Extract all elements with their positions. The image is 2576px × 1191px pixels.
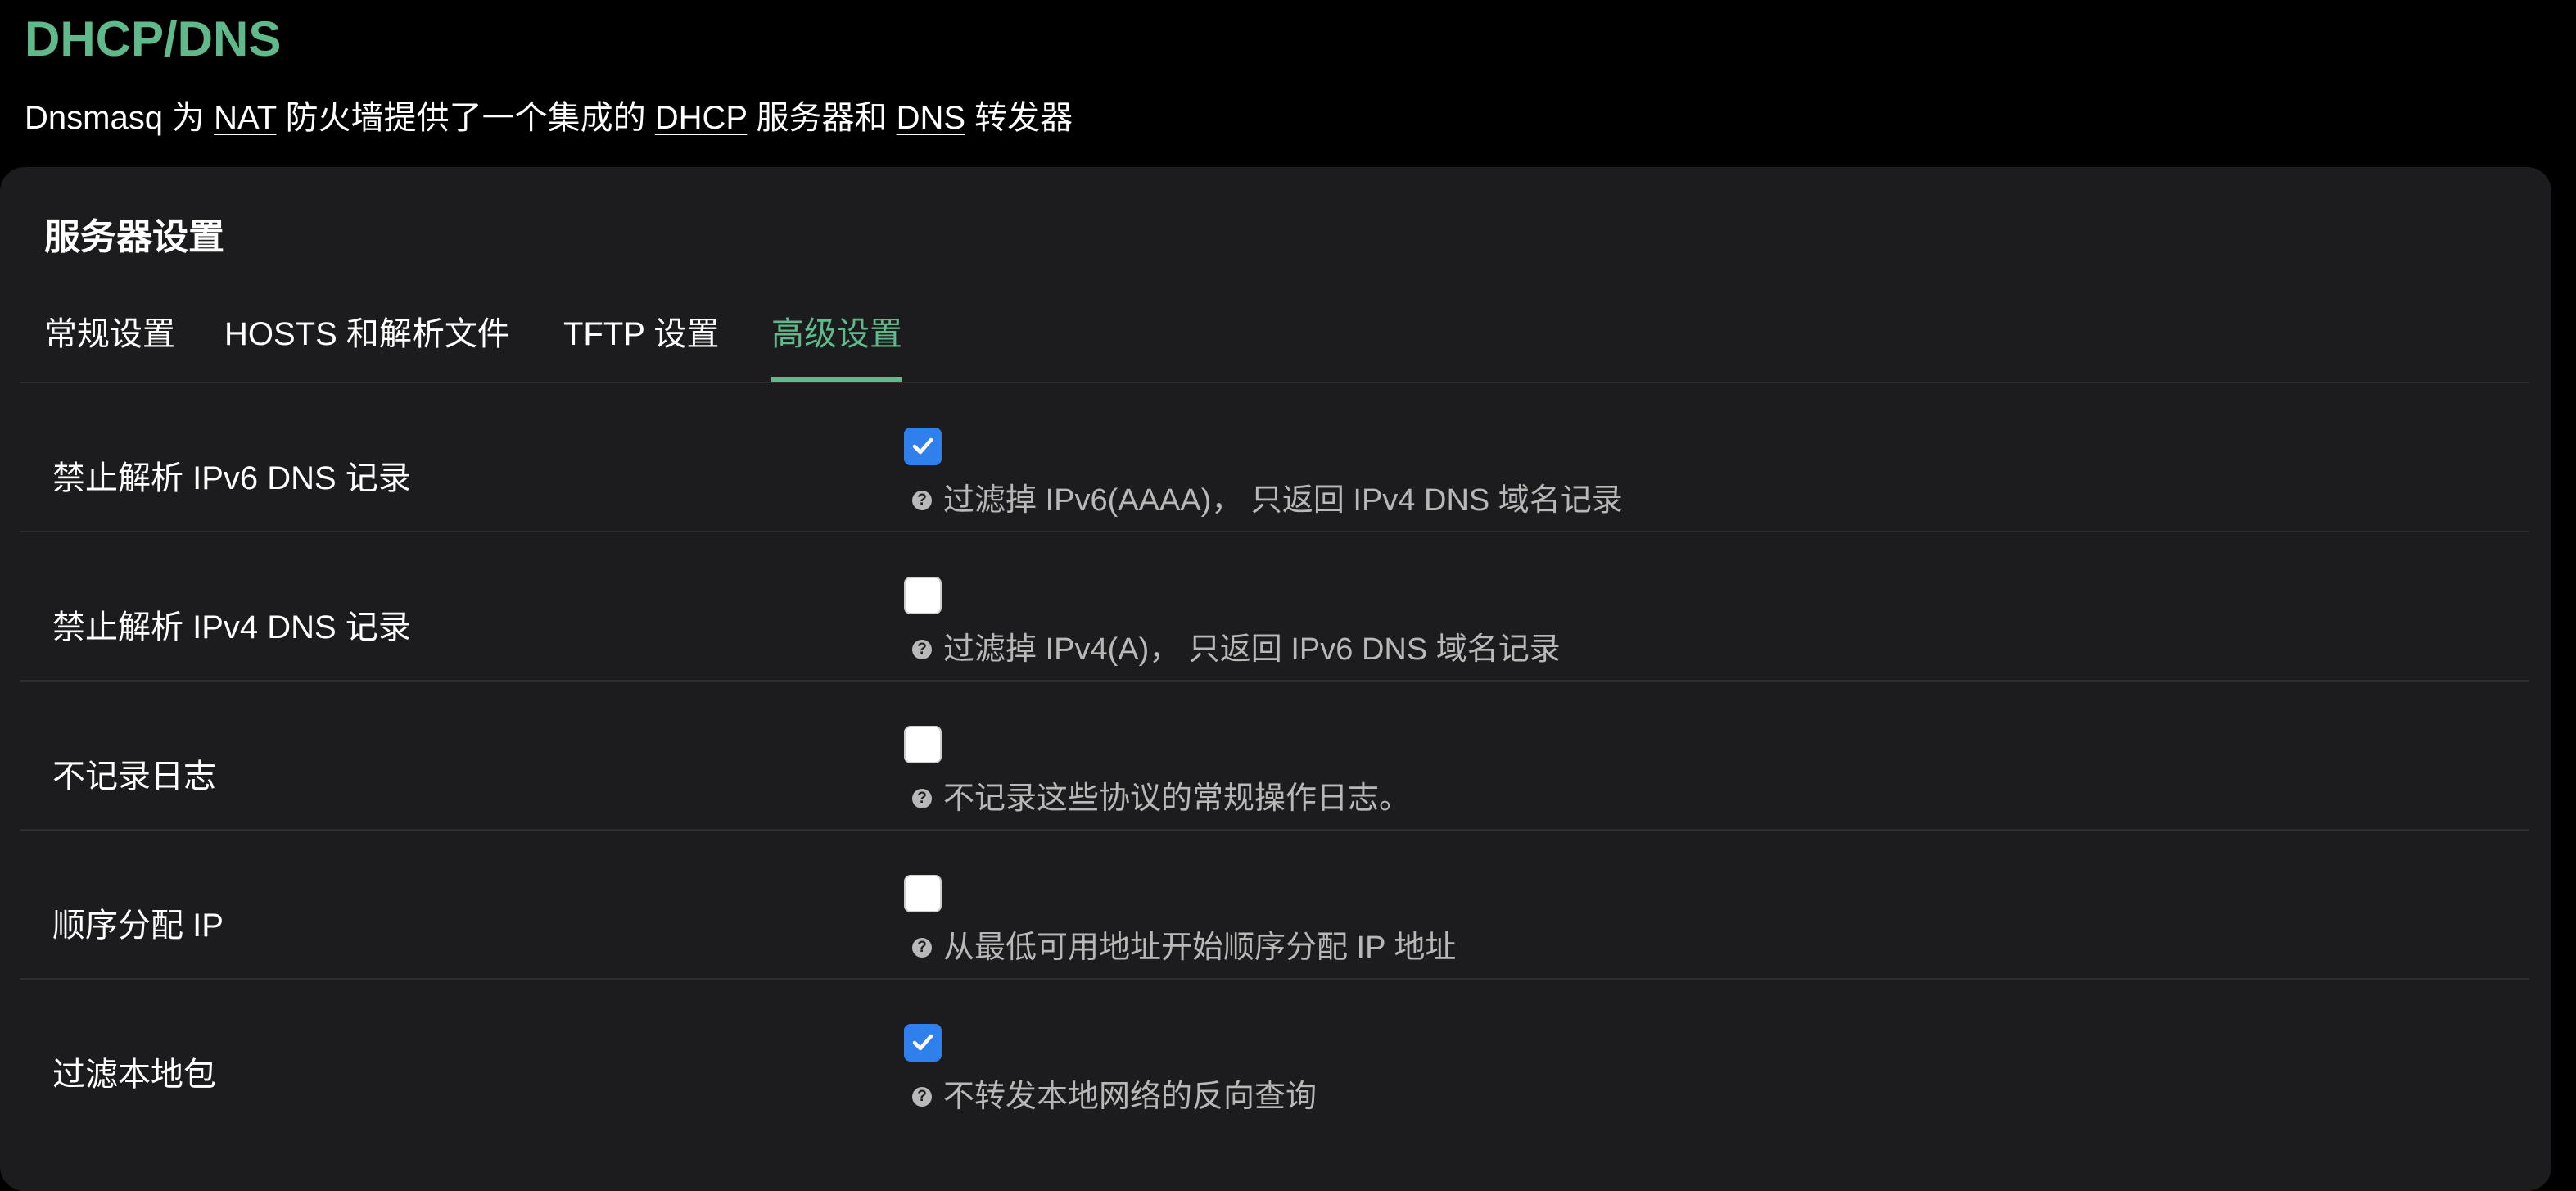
option-help-text: 不记录这些协议的常规操作日志。: [943, 781, 1411, 816]
quiet-log-checkbox[interactable]: [904, 726, 942, 763]
question-circle-icon: ?: [912, 491, 932, 510]
page-description: Dnsmasq 为 NAT 防火墙提供了一个集成的 DHCP 服务器和 DNS …: [25, 95, 1073, 141]
option-row-filter-a: 禁止解析 IPv4 DNS 记录 ? 过滤掉 IPv4(A)， 只返回 IPv6…: [20, 532, 2529, 682]
description-text-2: 防火墙提供了一个集成的: [276, 100, 655, 136]
option-help-text: 过滤掉 IPv4(A)， 只返回 IPv6 DNS 域名记录: [943, 632, 1561, 667]
tab-tftp[interactable]: TFTP 设置: [563, 297, 719, 382]
option-label: 禁止解析 IPv6 DNS 记录: [52, 460, 411, 496]
checkmark-icon: [912, 1034, 933, 1051]
nat-abbr[interactable]: NAT: [214, 100, 276, 136]
option-help: ? 过滤掉 IPv6(AAAA)， 只返回 IPv4 DNS 域名记录: [912, 478, 1623, 523]
option-help: ? 过滤掉 IPv4(A)， 只返回 IPv6 DNS 域名记录: [912, 627, 1561, 672]
option-row-filter-aaaa: 禁止解析 IPv6 DNS 记录 ? 过滤掉 IPv6(AAAA)， 只返回 I…: [20, 383, 2529, 532]
question-circle-icon: ?: [912, 789, 932, 808]
settings-tabs: 常规设置 HOSTS 和解析文件 TFTP 设置 高级设置: [20, 297, 2529, 383]
option-help-text: 从最低可用地址开始顺序分配 IP 地址: [943, 931, 1457, 965]
server-settings-panel: 服务器设置 常规设置 HOSTS 和解析文件 TFTP 设置 高级设置 禁止解析…: [0, 167, 2551, 1191]
option-label: 不记录日志: [52, 759, 216, 795]
option-row-quiet-log: 不记录日志 ? 不记录这些协议的常规操作日志。: [20, 682, 2529, 831]
option-label: 顺序分配 IP: [52, 908, 224, 944]
page-title: DHCP/DNS: [25, 11, 282, 66]
question-circle-icon: ?: [912, 1087, 932, 1107]
checkmark-icon: [912, 437, 933, 455]
question-circle-icon: ?: [912, 938, 932, 958]
description-text-3: 服务器和: [747, 100, 897, 136]
option-help: ? 从最低可用地址开始顺序分配 IP 地址: [912, 926, 1456, 970]
description-text-4: 转发器: [965, 100, 1073, 136]
filter-a-checkbox[interactable]: [904, 577, 942, 614]
tab-general[interactable]: 常规设置: [44, 297, 175, 382]
tab-advanced[interactable]: 高级设置: [771, 297, 902, 382]
sequential-ip-checkbox[interactable]: [904, 875, 942, 912]
dhcp-abbr[interactable]: DHCP: [655, 100, 748, 136]
description-text-1: Dnsmasq 为: [25, 100, 215, 136]
option-row-bogus-priv: 过滤本地包 ? 不转发本地网络的反向查询: [20, 980, 2529, 1127]
option-help: ? 不转发本地网络的反向查询: [912, 1075, 1317, 1119]
filter-aaaa-checkbox[interactable]: [904, 428, 942, 465]
section-title: 服务器设置: [44, 217, 224, 257]
option-help-text: 不转发本地网络的反向查询: [943, 1080, 1317, 1114]
dns-abbr[interactable]: DNS: [897, 100, 965, 136]
option-row-sequential-ip: 顺序分配 IP ? 从最低可用地址开始顺序分配 IP 地址: [20, 831, 2529, 980]
option-help: ? 不记录这些协议的常规操作日志。: [912, 777, 1410, 821]
option-help-text: 过滤掉 IPv6(AAAA)， 只返回 IPv4 DNS 域名记录: [943, 483, 1623, 518]
bogus-priv-checkbox[interactable]: [904, 1024, 942, 1062]
option-label: 禁止解析 IPv4 DNS 记录: [52, 609, 411, 645]
question-circle-icon: ?: [912, 640, 932, 659]
tab-hosts[interactable]: HOSTS 和解析文件: [224, 297, 510, 382]
option-label: 过滤本地包: [52, 1057, 216, 1093]
